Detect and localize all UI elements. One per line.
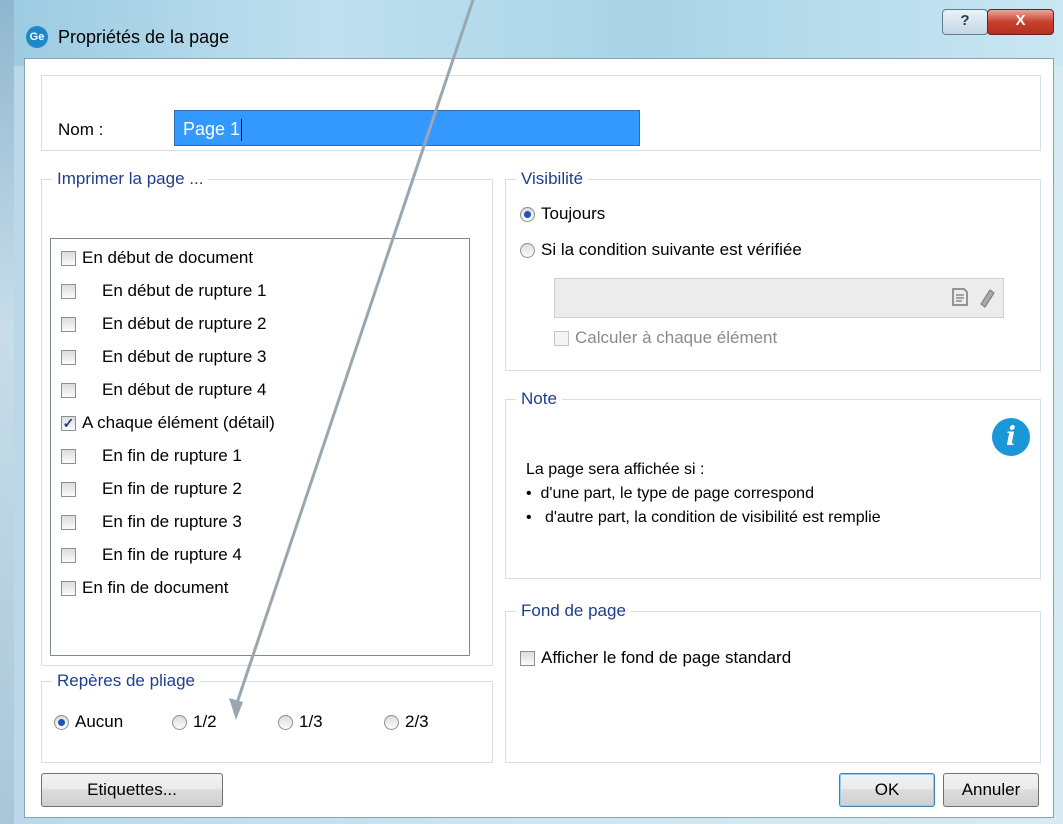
name-group: Nom : Page 1 xyxy=(41,75,1041,151)
print-option-label: En fin de rupture 4 xyxy=(102,545,242,564)
show-standard-background-checkbox[interactable] xyxy=(520,650,535,666)
print-page-group: Imprimer la page ... En début de documen… xyxy=(41,169,493,666)
app-icon: Ge xyxy=(26,26,48,48)
print-option-row[interactable]: En fin de rupture 4 xyxy=(61,541,242,569)
calc-each-label: Calculer à chaque élément xyxy=(575,328,778,347)
print-option-row[interactable]: En fin de rupture 1 xyxy=(61,442,242,470)
fold-option-label: 1/3 xyxy=(299,712,323,731)
print-option-row[interactable]: En fin de rupture 2 xyxy=(61,475,242,503)
print-option-checkbox[interactable] xyxy=(61,547,76,563)
show-standard-background-label: Afficher le fond de page standard xyxy=(541,648,792,667)
note-line: La page sera affichée si : xyxy=(526,461,705,478)
fold-option-radio[interactable] xyxy=(384,714,399,730)
fold-option[interactable]: Aucun xyxy=(54,712,123,732)
condition-expression-field[interactable] xyxy=(554,278,1004,318)
fold-option[interactable]: 1/2 xyxy=(172,712,217,732)
print-option-row[interactable]: En fin de rupture 3 xyxy=(61,508,242,536)
visibility-always-label: Toujours xyxy=(541,204,606,223)
print-option-row[interactable]: En début de rupture 1 xyxy=(61,277,266,305)
fold-option[interactable]: 2/3 xyxy=(384,712,429,732)
fold-option-radio[interactable] xyxy=(278,714,293,730)
visibility-group-title: Visibilité xyxy=(516,169,589,189)
visibility-group: Visibilité Toujours Si la condition suiv… xyxy=(505,169,1041,371)
cancel-button[interactable]: Annuler xyxy=(943,773,1039,807)
fold-option-radio[interactable] xyxy=(172,714,187,730)
name-label: Nom : xyxy=(58,120,104,139)
calc-each-option[interactable]: Calculer à chaque élément xyxy=(554,328,777,348)
close-button[interactable]: X xyxy=(987,9,1054,35)
visibility-condition-label: Si la condition suivante est vérifiée xyxy=(541,240,802,259)
print-option-checkbox[interactable] xyxy=(61,316,76,332)
fold-marks-group-title: Repères de pliage xyxy=(52,671,200,691)
print-option-checkbox[interactable] xyxy=(61,448,76,464)
print-option-label: En début de rupture 2 xyxy=(102,314,267,333)
dialog-content: Nom : Page 1 Imprimer la page ... En déb… xyxy=(24,58,1054,818)
text-caret xyxy=(241,119,243,142)
fold-option-label: 2/3 xyxy=(405,712,429,731)
page-background-group: Fond de page Afficher le fond de page st… xyxy=(505,601,1041,763)
print-option-label: En début de rupture 3 xyxy=(102,347,267,366)
print-option-checkbox[interactable] xyxy=(61,514,76,530)
print-option-label: En début de rupture 4 xyxy=(102,380,267,399)
print-option-label: En début de document xyxy=(82,248,254,267)
info-icon: i xyxy=(992,418,1030,456)
print-option-checkbox[interactable] xyxy=(61,382,76,398)
print-option-label: En fin de rupture 3 xyxy=(102,512,242,531)
print-option-row[interactable]: En début de rupture 2 xyxy=(61,310,266,338)
labels-button[interactable]: Etiquettes... xyxy=(41,773,223,807)
fold-option[interactable]: 1/3 xyxy=(278,712,323,732)
note-bullet-2: • d'autre part, la condition de visibili… xyxy=(526,509,881,526)
eraser-icon[interactable] xyxy=(975,286,997,308)
print-option-row[interactable]: En début de rupture 3 xyxy=(61,343,266,371)
visibility-condition-option[interactable]: Si la condition suivante est vérifiée xyxy=(520,240,802,260)
print-option-row[interactable]: En début de rupture 4 xyxy=(61,376,266,404)
print-option-row[interactable]: En début de document xyxy=(61,244,253,272)
note-group: Note i La page sera affichée si : • d'un… xyxy=(505,389,1041,579)
print-option-checkbox[interactable]: ✓ xyxy=(61,415,76,431)
print-options-list[interactable]: En début de document En début de rupture … xyxy=(50,238,470,656)
print-option-label: En fin de document xyxy=(82,578,229,597)
visibility-always-option[interactable]: Toujours xyxy=(520,204,605,224)
fold-marks-group: Repères de pliage Aucun 1/2 1/3 2/3 xyxy=(41,671,493,763)
print-option-label: En fin de rupture 1 xyxy=(102,446,242,465)
print-option-checkbox[interactable] xyxy=(61,349,76,365)
fold-option-label: 1/2 xyxy=(193,712,217,731)
print-option-checkbox[interactable] xyxy=(61,283,76,299)
name-input-value: Page 1 xyxy=(183,119,241,139)
note-bullet-1: • d'une part, le type de page correspond xyxy=(526,485,814,502)
print-option-label: En fin de rupture 2 xyxy=(102,479,242,498)
fold-option-label: Aucun xyxy=(75,712,124,731)
show-standard-background-option[interactable]: Afficher le fond de page standard xyxy=(520,648,791,668)
visibility-always-radio[interactable] xyxy=(520,206,535,222)
note-text: La page sera affichée si : • d'une part,… xyxy=(526,458,881,530)
print-option-label: A chaque élément (détail) xyxy=(82,413,275,432)
print-option-label: En début de rupture 1 xyxy=(102,281,267,300)
print-option-row[interactable]: ✓ A chaque élément (détail) xyxy=(61,409,275,437)
ok-button[interactable]: OK xyxy=(839,773,935,807)
visibility-condition-radio[interactable] xyxy=(520,242,535,258)
print-option-checkbox[interactable] xyxy=(61,580,76,596)
page-background-group-title: Fond de page xyxy=(516,601,631,621)
print-option-row[interactable]: En fin de document xyxy=(61,574,228,602)
page-properties-dialog: Ge Propriétés de la page ? X Nom : Page … xyxy=(14,0,1063,824)
print-option-checkbox[interactable] xyxy=(61,250,76,266)
desktop-background xyxy=(0,0,14,824)
note-group-title: Note xyxy=(516,389,562,409)
title-bar[interactable]: Ge Propriétés de la page ? X xyxy=(14,0,1063,66)
window-title: Propriétés de la page xyxy=(58,27,230,47)
help-button[interactable]: ? xyxy=(942,9,988,35)
print-page-group-title: Imprimer la page ... xyxy=(52,169,209,189)
name-input[interactable]: Page 1 xyxy=(174,110,640,146)
calc-each-checkbox[interactable] xyxy=(554,330,569,346)
fold-option-radio[interactable] xyxy=(54,714,69,730)
edit-expression-icon[interactable] xyxy=(949,286,971,308)
print-option-checkbox[interactable] xyxy=(61,481,76,497)
